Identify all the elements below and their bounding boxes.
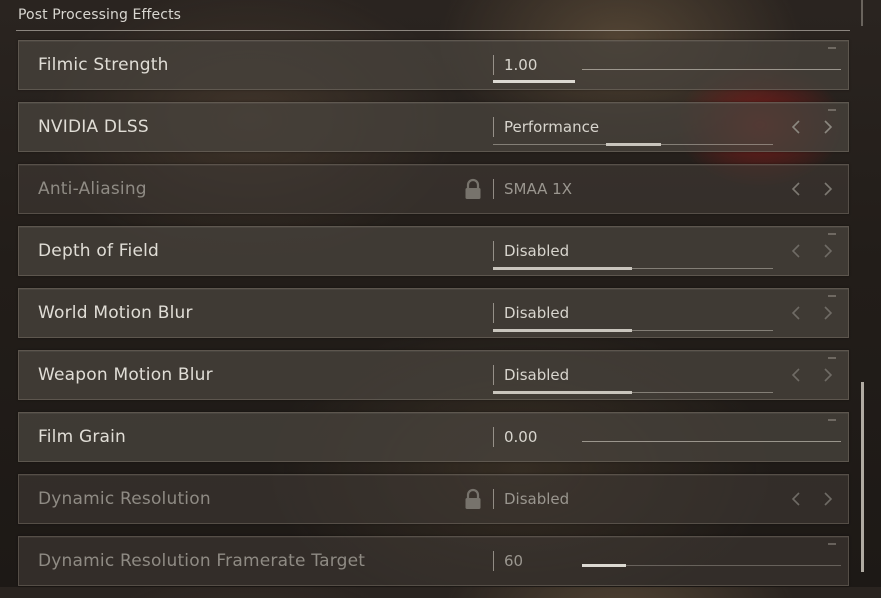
chevron-right-icon[interactable] [817, 489, 837, 509]
scrollbar-track-top [861, 0, 863, 26]
setting-row-dynamic-resolution[interactable]: Dynamic Resolution Disabled [18, 474, 849, 524]
setting-value: Disabled [504, 490, 570, 508]
lock-icon [462, 178, 484, 200]
value-divider [493, 241, 494, 261]
value-divider [493, 179, 494, 199]
setting-label: Dynamic Resolution [38, 489, 211, 509]
setting-row-filmic-strength[interactable]: Filmic Strength 1.00 [18, 40, 849, 90]
row-corner-mark [828, 295, 836, 297]
value-divider [493, 365, 494, 385]
setting-row-dynamic-resolution-framerate-target[interactable]: Dynamic Resolution Framerate Target 60 [18, 536, 849, 586]
setting-label: Filmic Strength [38, 55, 169, 75]
option-position [606, 143, 661, 146]
setting-row-weapon-motion-blur[interactable]: Weapon Motion Blur Disabled [18, 350, 849, 400]
chevron-left-icon[interactable] [787, 365, 807, 385]
setting-label: Film Grain [38, 427, 127, 447]
setting-label: Anti-Aliasing [38, 179, 147, 199]
slider-track[interactable] [582, 441, 841, 442]
row-corner-mark [828, 543, 836, 545]
option-position [493, 329, 632, 332]
settings-page: Post Processing Effects Filmic Strength … [0, 0, 881, 587]
row-corner-mark [828, 233, 836, 235]
setting-value: 60 [504, 552, 524, 570]
option-position [493, 391, 632, 394]
setting-value: 0.00 [504, 428, 538, 446]
value-divider [493, 117, 494, 137]
chevron-left-icon[interactable] [787, 303, 807, 323]
row-corner-mark [828, 109, 836, 111]
chevron-left-icon[interactable] [787, 117, 807, 137]
chevron-right-icon[interactable] [817, 365, 837, 385]
setting-label: NVIDIA DLSS [38, 117, 149, 137]
scrollbar-thumb[interactable] [861, 382, 864, 572]
value-divider [493, 427, 494, 447]
value-divider [493, 489, 494, 509]
section-divider [16, 30, 850, 31]
setting-value: SMAA 1X [504, 180, 572, 198]
chevron-right-icon[interactable] [817, 241, 837, 261]
setting-row-depth-of-field[interactable]: Depth of Field Disabled [18, 226, 849, 276]
slider-track[interactable] [582, 69, 841, 70]
setting-row-anti-aliasing[interactable]: Anti-Aliasing SMAA 1X [18, 164, 849, 214]
setting-row-world-motion-blur[interactable]: World Motion Blur Disabled [18, 288, 849, 338]
chevron-right-icon[interactable] [817, 303, 837, 323]
setting-row-film-grain[interactable]: Film Grain 0.00 [18, 412, 849, 462]
setting-label: Weapon Motion Blur [38, 365, 213, 385]
option-position [493, 267, 632, 270]
value-divider [493, 55, 494, 75]
setting-row-nvidia-dlss[interactable]: NVIDIA DLSS Performance [18, 102, 849, 152]
chevron-right-icon[interactable] [817, 117, 837, 137]
value-highlight [493, 80, 575, 83]
chevron-right-icon[interactable] [817, 179, 837, 199]
section-title: Post Processing Effects [18, 7, 182, 23]
lock-icon [462, 488, 484, 510]
chevron-left-icon[interactable] [787, 179, 807, 199]
slider-fill [582, 564, 626, 567]
chevron-left-icon[interactable] [787, 241, 807, 261]
row-corner-mark [828, 357, 836, 359]
settings-list: Filmic Strength 1.00 NVIDIA DLSS Perform… [18, 40, 849, 598]
setting-label: Dynamic Resolution Framerate Target [38, 551, 366, 571]
row-corner-mark [828, 419, 836, 421]
row-corner-mark [828, 47, 836, 49]
value-divider [493, 551, 494, 571]
chevron-left-icon[interactable] [787, 489, 807, 509]
setting-label: Depth of Field [38, 241, 160, 261]
value-divider [493, 303, 494, 323]
setting-label: World Motion Blur [38, 303, 193, 323]
